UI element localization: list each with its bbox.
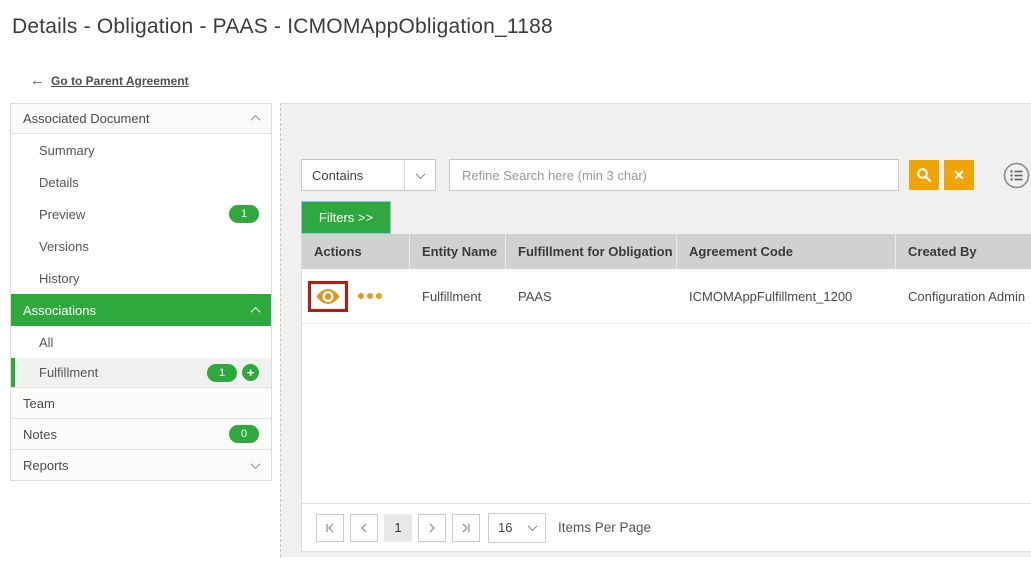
notes-count-badge: 0 [229,425,259,443]
item-label: Summary [39,143,95,158]
page-size-value: 16 [498,520,512,535]
item-label: Reports [23,458,69,473]
sidebar: Associated Document Summary Details Prev… [10,103,272,481]
sidebar-section-associations[interactable]: Associations [11,294,271,326]
list-view-icon[interactable] [1002,161,1030,189]
sidebar-item-history[interactable]: History [11,262,271,294]
results-table-card: Actions Entity Name Fulfillment for Obli… [301,234,1031,552]
column-header-agreement-code[interactable]: Agreement Code [677,234,896,269]
search-button[interactable] [909,160,939,190]
sidebar-item-fulfillment[interactable]: Fulfillment 1 + [11,358,271,387]
add-fulfillment-icon[interactable]: + [242,364,259,381]
actions-cell [302,269,410,323]
more-actions-icon[interactable] [358,293,382,299]
sidebar-item-summary[interactable]: Summary [11,134,271,166]
table-header-row: Actions Entity Name Fulfillment for Obli… [302,234,1031,269]
fulfillment-count-badge: 1 [207,364,237,382]
section-label: Associations [23,303,96,318]
chevron-down-icon [528,521,538,531]
first-page-button[interactable] [316,514,344,542]
chevron-right-icon [426,522,438,534]
page-title: Details - Obligation - PAAS - ICMOMAppOb… [12,15,553,39]
sidebar-item-reports[interactable]: Reports [11,449,271,480]
search-operator-value: Contains [312,168,363,183]
chevron-up-icon [251,306,261,316]
created-by-cell: Configuration Admin [896,269,1031,323]
chevron-down-icon [251,459,261,469]
item-label: All [39,335,53,350]
page-size-select[interactable]: 16 [488,513,546,543]
previous-page-button[interactable] [350,514,378,542]
search-input[interactable] [449,159,899,191]
column-header-entity-name[interactable]: Entity Name [410,234,506,269]
chevron-down-icon [415,169,425,179]
agreement-code-cell: ICMOMAppFulfillment_1200 [677,269,896,323]
back-link-label: Go to Parent Agreement [51,74,189,88]
last-page-button[interactable] [452,514,480,542]
sidebar-item-versions[interactable]: Versions [11,230,271,262]
item-label: History [39,271,79,286]
back-arrow-icon: ← [30,72,45,89]
sidebar-section-associated-document[interactable]: Associated Document [11,104,271,134]
chevron-up-icon [251,115,261,125]
sidebar-item-all[interactable]: All [11,326,271,358]
filters-button[interactable]: Filters >> [301,201,391,234]
fulfillment-for-obligation-cell: PAAS [506,269,677,323]
first-page-icon [324,522,336,534]
app-window: Details - Obligation - PAAS - ICMOMAppOb… [0,0,1031,570]
current-page-button[interactable]: 1 [384,514,412,542]
sidebar-item-team[interactable]: Team [11,387,271,418]
search-operator-select[interactable]: Contains [301,159,436,191]
item-label: Team [23,396,55,411]
next-page-button[interactable] [418,514,446,542]
items-per-page-label: Items Per Page [558,520,651,535]
entity-name-cell: Fulfillment [410,269,506,323]
pagination-bar: 1 16 Items Per Page [302,503,1031,551]
search-bar: Contains ✕ [301,159,1030,191]
sidebar-item-details[interactable]: Details [11,166,271,198]
column-header-actions[interactable]: Actions [302,234,410,269]
item-label: Fulfillment [39,365,98,380]
annotation-highlight-box [308,281,348,312]
main-panel: Contains ✕ [280,103,1031,557]
sidebar-item-notes[interactable]: Notes 0 [11,418,271,449]
item-label: Notes [23,427,57,442]
sidebar-item-preview[interactable]: Preview 1 [11,198,271,230]
column-header-created-by[interactable]: Created By [896,234,1031,269]
close-icon: ✕ [953,167,965,184]
item-label: Details [39,175,79,190]
eye-icon [315,287,341,306]
preview-count-badge: 1 [229,205,259,223]
chevron-left-icon [358,522,370,534]
clear-search-button[interactable]: ✕ [944,160,974,190]
search-icon [916,167,932,183]
item-label: Versions [39,239,89,254]
section-label: Associated Document [23,111,149,126]
column-header-fulfillment-for-obligation[interactable]: Fulfillment for Obligation [506,234,677,269]
table-row: Fulfillment PAAS ICMOMAppFulfillment_120… [302,269,1031,324]
go-to-parent-agreement-link[interactable]: ← Go to Parent Agreement [30,72,189,89]
item-label: Preview [39,207,85,222]
last-page-icon [460,522,472,534]
view-details-button[interactable] [315,287,341,306]
